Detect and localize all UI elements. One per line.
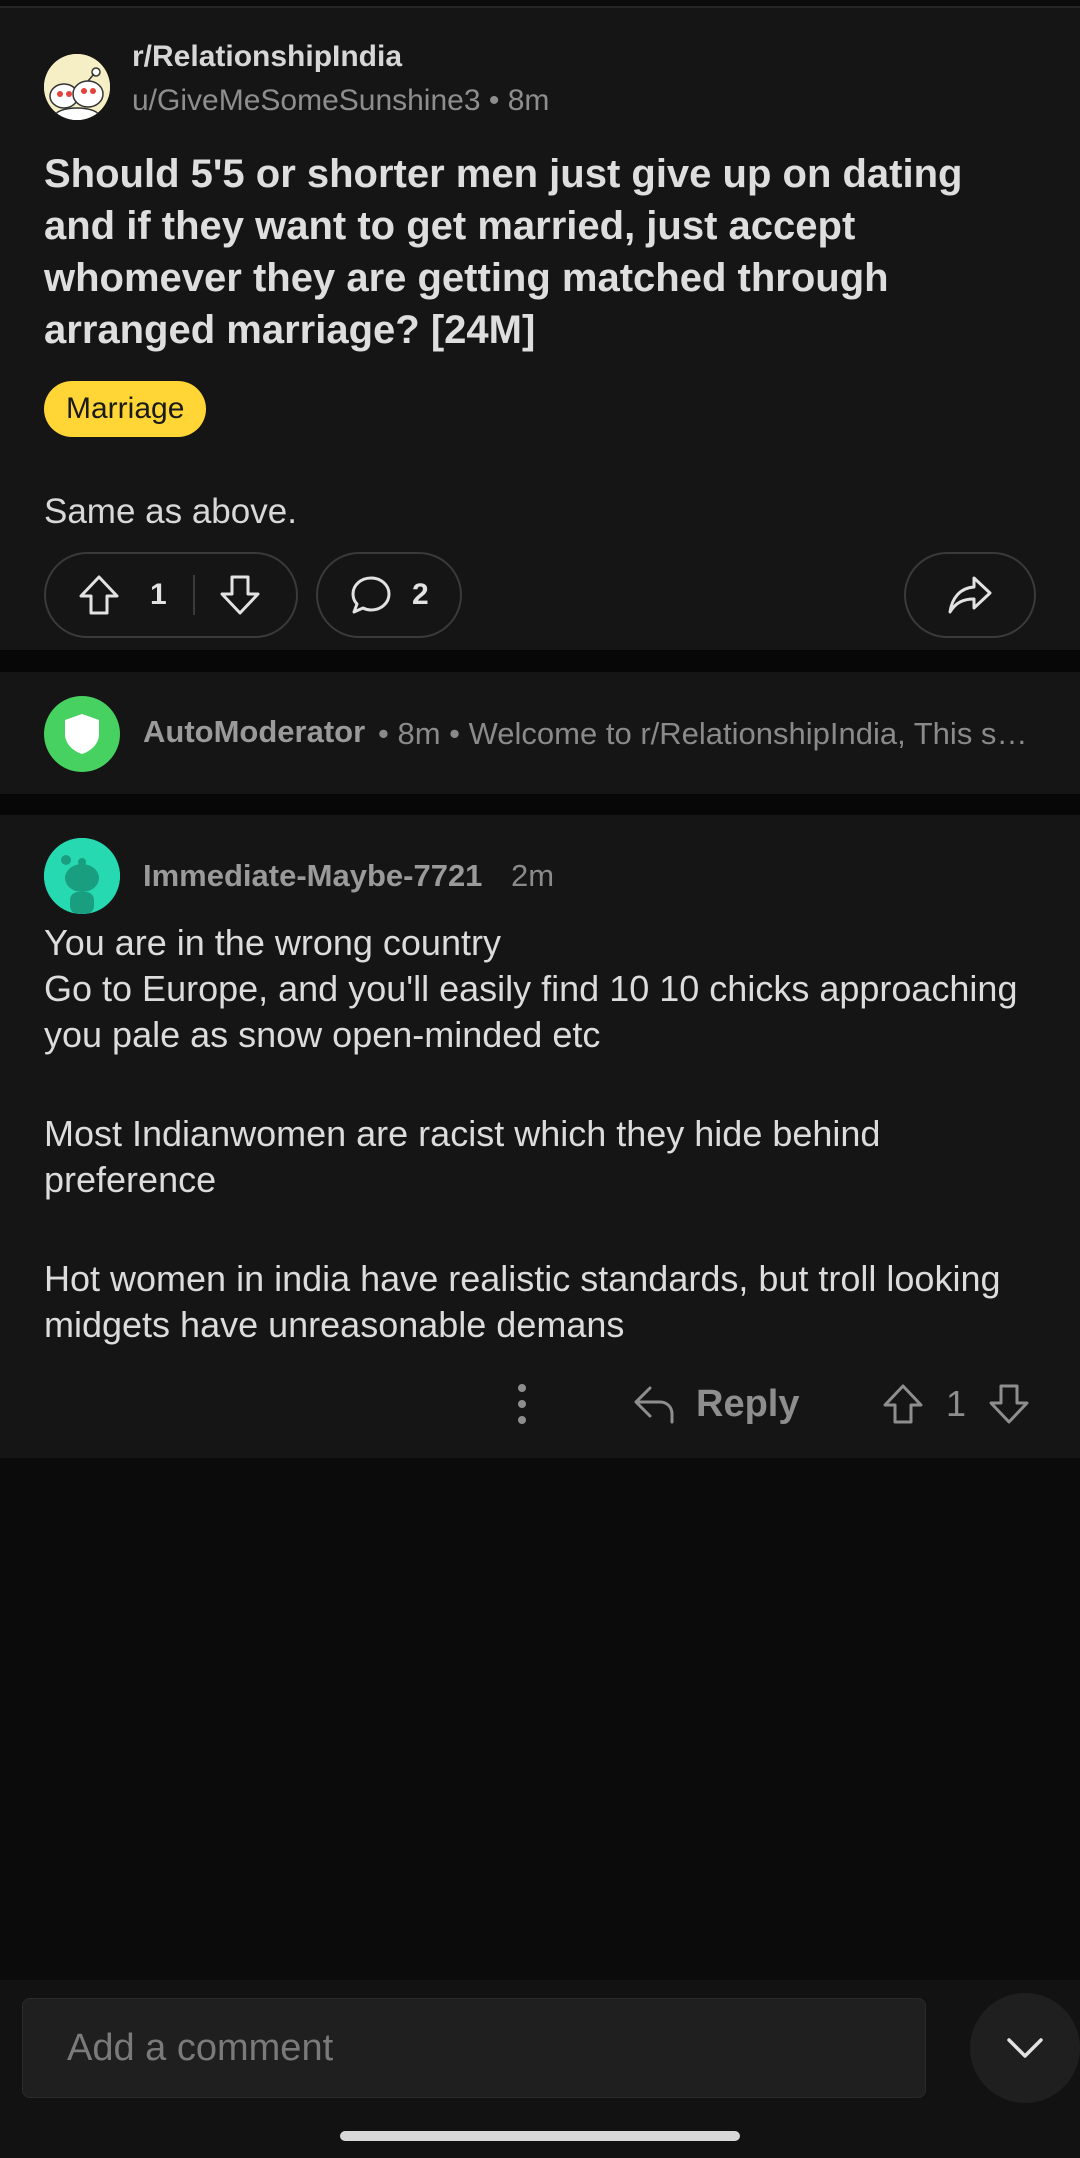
comment-timestamp: 2m	[511, 858, 555, 893]
post-share-button[interactable]	[904, 552, 1036, 638]
commenter-avatar[interactable]	[44, 838, 120, 914]
chevron-down-icon	[1005, 2036, 1045, 2060]
share-icon	[946, 572, 994, 618]
comment-paragraph: Most Indianwomen are racist which they h…	[44, 1113, 881, 1200]
post-vote-control: 1	[44, 552, 298, 638]
vote-separator	[192, 575, 195, 615]
commenter-username[interactable]: Immediate-Maybe-7721	[143, 858, 482, 894]
home-indicator[interactable]	[340, 2131, 740, 2141]
comment-bubble-icon	[348, 572, 394, 618]
comment-vote-count: 1	[946, 1383, 967, 1424]
post-body: Same as above.	[44, 492, 297, 531]
section-gap	[0, 650, 1080, 672]
downvote-icon[interactable]	[986, 1381, 1032, 1427]
comment-paragraph: You are in the wrong country Go to Europ…	[44, 922, 1018, 1055]
shield-icon	[65, 714, 99, 754]
comment-more-button[interactable]	[502, 1376, 542, 1432]
comment-reply-button[interactable]: Reply	[632, 1376, 799, 1432]
automod-avatar	[44, 696, 120, 772]
subreddit-avatar[interactable]	[44, 54, 110, 120]
upvote-icon[interactable]	[880, 1381, 926, 1427]
reply-label: Reply	[696, 1382, 800, 1425]
post-author-line[interactable]: u/GiveMeSomeSunshine3 • 8m	[132, 84, 549, 118]
comment-paragraph: Hot women in india have realistic standa…	[44, 1258, 1001, 1345]
snoo-avatar-icon	[44, 838, 120, 914]
post-comment-count: 2	[412, 578, 429, 611]
add-comment-input[interactable]	[22, 1998, 926, 2098]
comment-vote-control: 1	[880, 1376, 1032, 1432]
comment-body: You are in the wrong country Go to Europ…	[44, 920, 1044, 1401]
automod-meta: • 8m • Welcome to r/RelationshipIndia, T…	[378, 716, 1036, 751]
collapse-button[interactable]	[970, 1993, 1080, 2103]
snoo-avatar-icon	[44, 54, 110, 120]
more-vertical-icon	[502, 1376, 542, 1432]
post-flair[interactable]: Marriage	[44, 381, 207, 437]
post-comments-button[interactable]: 2	[316, 552, 462, 638]
reply-icon	[632, 1382, 676, 1426]
post-vote-count: 1	[150, 578, 167, 611]
post-title: Should 5'5 or shorter men just give up o…	[44, 152, 963, 352]
automod-username[interactable]: AutoModerator	[143, 714, 365, 750]
section-gap	[0, 794, 1080, 815]
upvote-icon[interactable]	[76, 572, 122, 618]
downvote-icon[interactable]	[217, 572, 263, 618]
subreddit-name[interactable]: r/RelationshipIndia	[132, 40, 402, 74]
